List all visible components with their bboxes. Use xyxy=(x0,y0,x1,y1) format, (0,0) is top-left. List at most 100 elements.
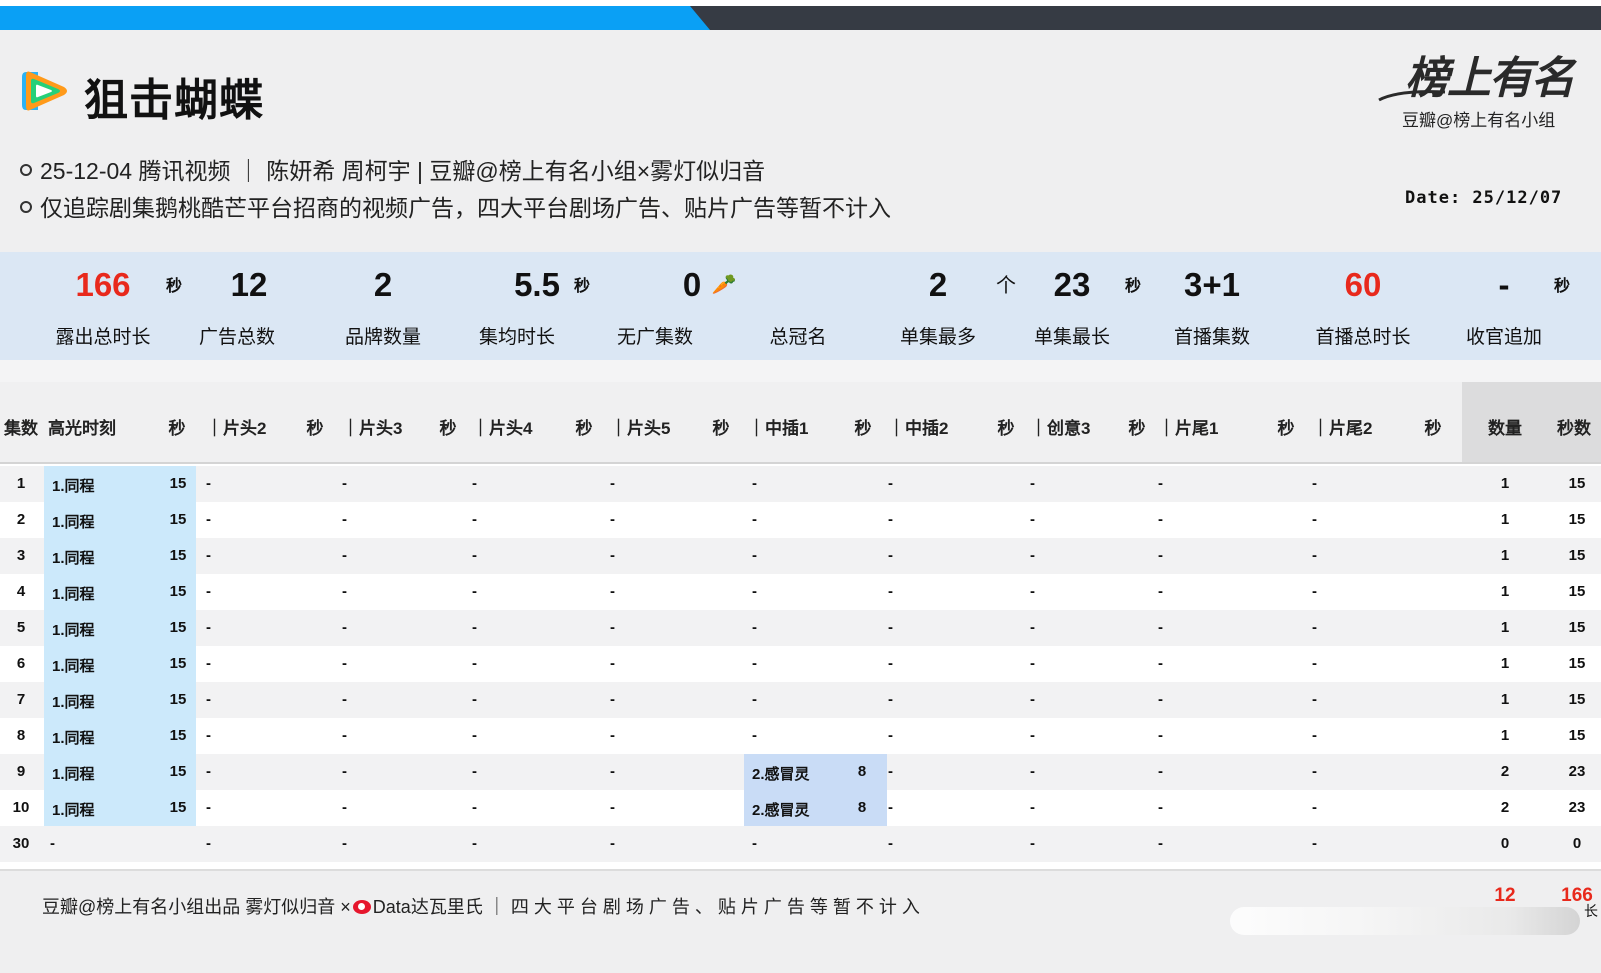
empty-cell: - xyxy=(888,475,893,492)
carrot-icon: 🥕 xyxy=(711,274,737,296)
empty-cell: - xyxy=(472,547,477,564)
col-sec: 秒 xyxy=(997,419,1015,438)
empty-cell: - xyxy=(342,547,347,564)
col-opening-3: ｜片头3 xyxy=(342,419,403,438)
empty-cell: - xyxy=(206,763,211,780)
empty-cell: - xyxy=(610,583,615,600)
midroll-seconds: 8 xyxy=(857,799,867,816)
col-sec: 秒 xyxy=(168,419,186,438)
empty-cell: - xyxy=(888,511,893,528)
episode-number: 9 xyxy=(16,763,26,780)
empty-cell: - xyxy=(1158,583,1163,600)
info-line-1: 25-12-04 腾讯视频 ｜ 陈妍希 周柯宇 | 豆瓣@榜上有名小组×雾灯似归… xyxy=(20,152,765,186)
empty-cell: - xyxy=(1158,619,1163,636)
empty-cell: - xyxy=(1030,799,1035,816)
ad-count: 1 xyxy=(1500,475,1510,492)
empty-cell: - xyxy=(472,799,477,816)
col-sec: 秒 xyxy=(306,419,324,438)
table-row: 1 1.同程 15 - - - - - - - - - 1 15 xyxy=(0,466,1601,502)
bullet-icon xyxy=(20,164,32,176)
highlight-ad: 1.同程 xyxy=(52,802,95,819)
empty-cell: - xyxy=(206,799,211,816)
empty-cell: - xyxy=(1030,547,1035,564)
empty-cell: - xyxy=(342,511,347,528)
empty-cell: - xyxy=(752,511,757,528)
empty-cell: - xyxy=(1158,655,1163,672)
empty-cell: - xyxy=(610,763,615,780)
empty-cell: - xyxy=(472,511,477,528)
empty-cell: - xyxy=(752,619,757,636)
ad-seconds: 23 xyxy=(1568,763,1586,780)
stat-label: 收官追加 xyxy=(1465,327,1543,348)
footer-credit: 豆瓣@榜上有名小组出品 雾灯似归音 × Data达瓦里氏 ｜ 四 大 平 台 剧 … xyxy=(42,897,920,917)
midroll-seconds: 8 xyxy=(857,763,867,780)
stat-finale-addition-value: - xyxy=(1498,266,1510,303)
tencent-video-icon xyxy=(22,71,67,111)
highlight-ad: 1.同程 xyxy=(52,514,95,531)
table-row: 9 1.同程 15 - - - - - - - - 2.感冒灵 8 2 23 xyxy=(0,754,1601,790)
episode-number: 1 xyxy=(16,475,26,492)
episode-number: 7 xyxy=(16,691,26,708)
ad-count: 1 xyxy=(1500,619,1510,636)
empty-cell: - xyxy=(752,547,757,564)
highlight-seconds: 15 xyxy=(169,655,187,672)
highlight-ad: 1.同程 xyxy=(52,550,95,567)
empty-cell: - xyxy=(610,799,615,816)
table-row: 7 1.同程 15 - - - - - - - - - 1 15 xyxy=(0,682,1601,718)
stat-label: 无广集数 xyxy=(616,327,694,348)
stat-label: 集均时长 xyxy=(478,327,556,348)
empty-cell: - xyxy=(472,655,477,672)
report-date: Date: 25/12/07 xyxy=(1405,188,1563,208)
brand-logo: 榜上有名 xyxy=(1378,40,1585,110)
highlight-ad: 1.同程 xyxy=(52,730,95,747)
col-highlight: 高光时刻 xyxy=(48,419,116,438)
empty-cell: - xyxy=(1030,727,1035,744)
empty-cell: - xyxy=(888,691,893,708)
empty-cell: - xyxy=(472,763,477,780)
empty-cell: - xyxy=(206,511,211,528)
empty-cell: - xyxy=(472,583,477,600)
stat-max-per-episode-value: 2 xyxy=(928,266,948,303)
empty-cell: - xyxy=(342,691,347,708)
empty-cell: - xyxy=(1158,835,1163,852)
highlight-seconds: 15 xyxy=(169,727,187,744)
stat-label: 广告总数 xyxy=(198,327,276,348)
empty-cell: - xyxy=(1312,691,1317,708)
ad-count: 1 xyxy=(1500,511,1510,528)
empty-cell: - xyxy=(1158,763,1163,780)
ad-seconds: 15 xyxy=(1568,619,1586,636)
highlight-ad: 1.同程 xyxy=(52,478,95,495)
stat-label: 品牌数量 xyxy=(344,327,422,348)
stat-total-exposure-value: 166 xyxy=(75,266,131,303)
empty-cell: - xyxy=(342,763,347,780)
empty-cell: - xyxy=(206,691,211,708)
section-gap xyxy=(0,360,1601,382)
stat-label: 露出总时长 xyxy=(55,327,151,348)
col-sec: 秒 xyxy=(575,419,593,438)
episode-number: 2 xyxy=(16,511,26,528)
info-line-2: 仅追踪剧集鹅桃酷芒平台招商的视频广告，四大平台剧场广告、贴片广告等暂不计入 xyxy=(20,189,891,223)
empty-cell: - xyxy=(752,655,757,672)
episode-number: 6 xyxy=(16,655,26,672)
stat-unit: 秒 xyxy=(1553,278,1571,295)
total-count: 12 xyxy=(1494,885,1516,906)
overlay-smudge xyxy=(1230,907,1580,935)
empty-cell: - xyxy=(206,547,211,564)
ad-seconds: 15 xyxy=(1568,727,1586,744)
stat-label: 单集最长 xyxy=(1033,327,1111,348)
col-opening-5: ｜片头5 xyxy=(610,419,671,438)
empty-cell: - xyxy=(888,547,893,564)
empty-cell: - xyxy=(1158,691,1163,708)
ad-seconds: 15 xyxy=(1568,511,1586,528)
highlight-seconds: 15 xyxy=(169,619,187,636)
empty-cell: - xyxy=(472,619,477,636)
empty-cell: - xyxy=(1030,835,1035,852)
highlight-seconds: 15 xyxy=(169,583,187,600)
empty-cell: - xyxy=(1158,475,1163,492)
ad-count: 1 xyxy=(1500,583,1510,600)
ad-count: 1 xyxy=(1500,691,1510,708)
empty-cell: - xyxy=(610,619,615,636)
bullet-icon xyxy=(20,201,32,213)
col-sec: 秒 xyxy=(854,419,872,438)
col-ending-1: ｜片尾1 xyxy=(1158,419,1219,438)
